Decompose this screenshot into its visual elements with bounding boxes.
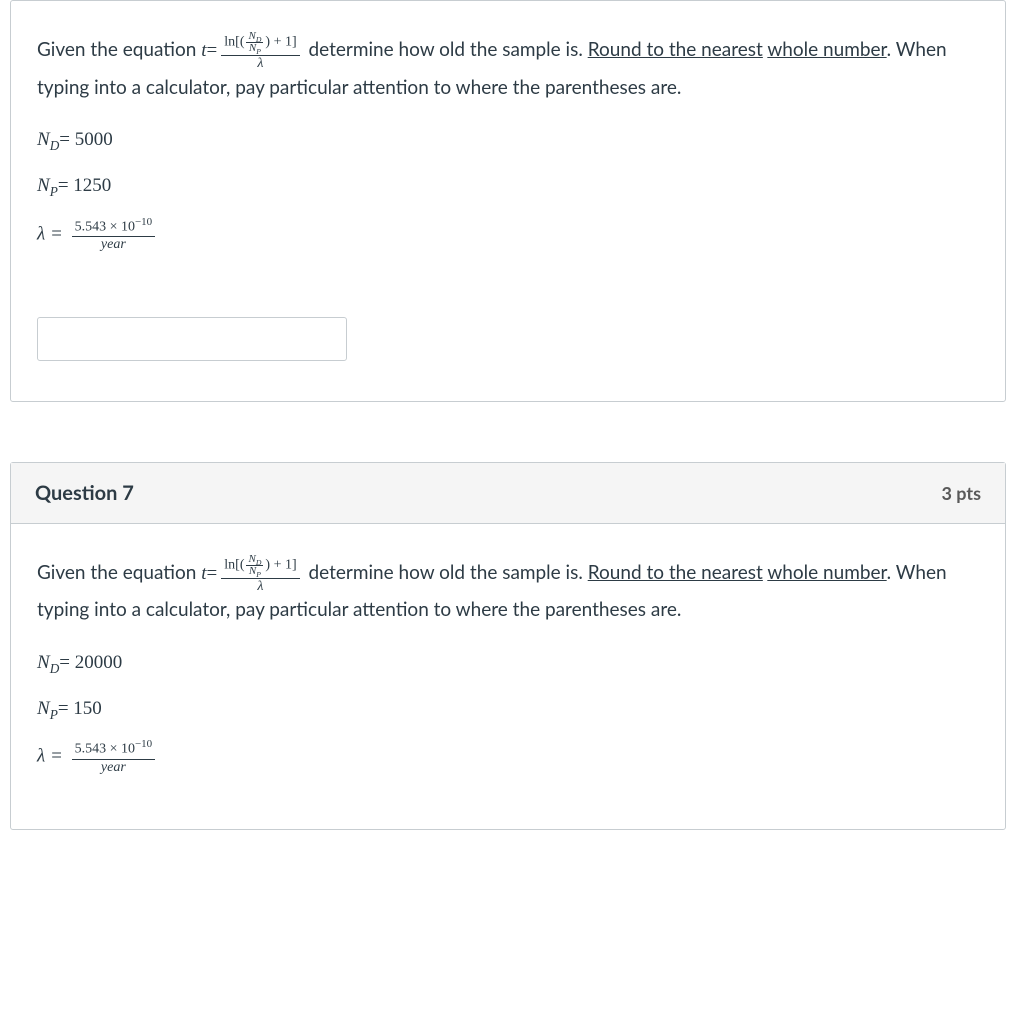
question-prompt: Given the equation t = ln[(NDNP) + 1] λ … — [37, 31, 979, 104]
question-points: 3 pts — [941, 482, 981, 504]
prompt-underline: Round to the nearest — [588, 38, 763, 61]
question-card-6: Given the equation t = ln[(NDNP) + 1] λ … — [10, 0, 1006, 402]
prompt-underline: whole number — [767, 561, 886, 584]
value-lambda: λ = 5.543 × 10−10 year — [37, 217, 979, 253]
equation: t = ln[(NDNP) + 1] λ — [201, 554, 303, 595]
question-prompt: Given the equation t = ln[(NDNP) + 1] λ … — [37, 554, 979, 627]
question-header: Question 7 3 pts — [11, 463, 1005, 524]
value-nd: ND= 5000 — [37, 124, 979, 156]
answer-input[interactable] — [37, 317, 347, 361]
prompt-text: Given the equation — [37, 561, 201, 584]
prompt-text: Given the equation — [37, 38, 201, 61]
question-card-7: Question 7 3 pts Given the equation t = … — [10, 462, 1006, 831]
equation: t = ln[(NDNP) + 1] λ — [201, 31, 303, 72]
prompt-text: determine how old the sample is. — [309, 561, 588, 584]
prompt-underline: Round to the nearest — [588, 561, 763, 584]
prompt-text: determine how old the sample is. — [309, 38, 588, 61]
value-lambda: λ = 5.543 × 10−10 year — [37, 739, 979, 775]
value-nd: ND= 20000 — [37, 647, 979, 679]
question-title: Question 7 — [35, 481, 134, 505]
value-np: NP= 150 — [37, 693, 979, 725]
question-body: Given the equation t = ln[(NDNP) + 1] λ … — [11, 1, 1005, 401]
prompt-underline: whole number — [767, 38, 886, 61]
value-np: NP= 1250 — [37, 170, 979, 202]
question-body: Given the equation t = ln[(NDNP) + 1] λ … — [11, 524, 1005, 830]
